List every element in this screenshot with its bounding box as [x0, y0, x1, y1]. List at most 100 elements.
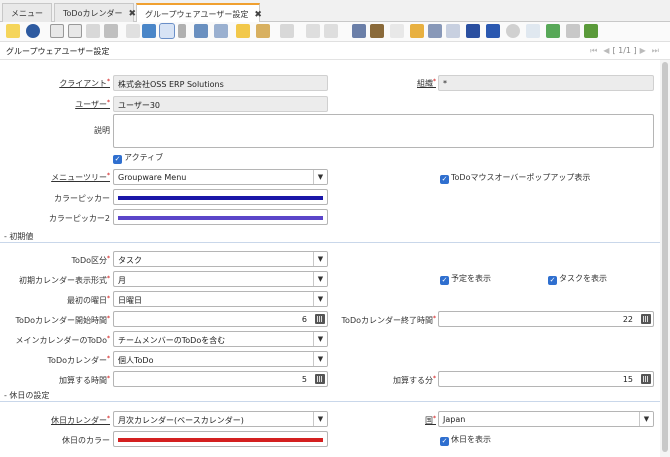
color-picker2-field[interactable] [113, 209, 328, 225]
tab-todo-calendar[interactable]: ToDoカレンダー ✖ [54, 3, 136, 22]
vertical-scrollbar[interactable] [660, 60, 670, 457]
next-record-icon[interactable] [324, 24, 338, 38]
org-label[interactable]: 組織* [380, 78, 436, 89]
color-picker-label: カラーピッカー [54, 194, 110, 203]
main-calendar-label: メインカレンダーのToDo* [15, 335, 110, 345]
last-record-icon[interactable]: ⏭ [652, 46, 659, 55]
history-icon[interactable] [214, 24, 228, 38]
client-field: 株式会社OSS ERP Solutions [113, 75, 328, 91]
workflow-icon[interactable] [506, 24, 520, 38]
chevron-down-icon[interactable]: ▼ [313, 272, 327, 286]
end-time-field[interactable]: 22 [438, 311, 654, 327]
color-picker-field[interactable] [113, 189, 328, 205]
print-icon[interactable] [390, 24, 404, 38]
record-indicator: [ 1/1 ] [612, 46, 637, 55]
todo-type-select[interactable]: タスク ▼ [113, 251, 328, 267]
archive-icon[interactable] [236, 24, 250, 38]
holiday-color-field[interactable] [113, 431, 328, 447]
scrollbar-thumb[interactable] [662, 62, 668, 452]
calculator-icon[interactable] [641, 314, 651, 324]
new-record-icon[interactable] [50, 24, 64, 38]
request-icon[interactable] [446, 24, 460, 38]
calendar-view-select[interactable]: 月 ▼ [113, 271, 328, 287]
todo-popup-checkbox[interactable]: ✓ ToDoマウスオーバーポップアップ表示 [440, 172, 590, 184]
add-hours-field[interactable]: 5 [113, 371, 328, 387]
chevron-down-icon[interactable]: ▼ [313, 252, 327, 266]
show-holiday-checkbox[interactable]: ✓ 休日を表示 [440, 434, 491, 446]
menu-tree-select[interactable]: Groupware Menu ▼ [113, 169, 328, 185]
holiday-calendar-label[interactable]: 休日カレンダー* [0, 415, 110, 426]
color-swatch [118, 438, 323, 442]
lock-icon[interactable] [410, 24, 424, 38]
add-minutes-label: 加算する分* [393, 375, 436, 385]
description-textarea[interactable] [113, 114, 654, 148]
calendar-view-label: 初期カレンダー表示形式* [19, 275, 110, 285]
tab-label: グループウェアユーザー設定 [145, 10, 249, 19]
zoom-across-icon[interactable] [428, 24, 442, 38]
todo-calendar-select[interactable]: 個人ToDo ▼ [113, 351, 328, 367]
holiday-color-label: 休日のカラー [62, 436, 110, 445]
export-icon[interactable] [526, 24, 540, 38]
refresh-icon[interactable] [142, 24, 156, 38]
delete-icon[interactable] [86, 24, 100, 38]
todo-type-label: ToDo区分* [71, 255, 110, 265]
settings-icon[interactable] [566, 24, 580, 38]
first-day-select[interactable]: 日曜日 ▼ [113, 291, 328, 307]
section-holiday-settings[interactable]: - 休日の設定 [0, 390, 660, 402]
country-label[interactable]: 国* [380, 415, 436, 426]
end-window-icon[interactable] [584, 24, 598, 38]
save-icon[interactable] [104, 24, 118, 38]
chevron-down-icon[interactable]: ▼ [313, 412, 327, 426]
checkbox-checked-icon: ✓ [440, 175, 449, 184]
chevron-down-icon[interactable]: ▼ [313, 332, 327, 346]
report-icon[interactable] [256, 24, 270, 38]
record-navigator: ⏮ ◀[ 1/1 ] ▶ ⏭ [587, 46, 662, 56]
tab-label: メニュー [11, 9, 43, 18]
detail-icon[interactable] [352, 24, 366, 38]
copy-record-icon[interactable] [68, 24, 82, 38]
calculator-icon[interactable] [315, 374, 325, 384]
show-task-checkbox[interactable]: ✓ タスクを表示 [548, 273, 607, 285]
chevron-down-icon[interactable]: ▼ [313, 292, 327, 306]
show-schedule-checkbox[interactable]: ✓ 予定を表示 [440, 273, 491, 285]
active-workflows-icon[interactable] [486, 24, 500, 38]
chevron-down-icon[interactable]: ▼ [313, 352, 327, 366]
calculator-icon[interactable] [315, 314, 325, 324]
calculator-icon[interactable] [641, 374, 651, 384]
main-calendar-select[interactable]: チームメンバーのToDoを含む ▼ [113, 331, 328, 347]
close-icon[interactable]: ✖ [128, 9, 136, 19]
first-record-icon[interactable]: ⏮ [590, 46, 597, 55]
customize-icon[interactable] [546, 24, 560, 38]
attachment-icon[interactable] [178, 24, 186, 38]
find-icon[interactable] [159, 23, 175, 39]
active-checkbox[interactable]: ✓ アクティブ [113, 152, 163, 164]
add-minutes-field[interactable]: 15 [438, 371, 654, 387]
archived-documents-icon[interactable] [370, 24, 384, 38]
checkbox-checked-icon: ✓ [113, 155, 122, 164]
chat-icon[interactable] [194, 24, 208, 38]
end-time-label: ToDoカレンダー終了時間* [341, 315, 436, 325]
help-icon[interactable] [26, 24, 40, 38]
client-label[interactable]: クライアント* [0, 78, 110, 89]
color-swatch [118, 196, 323, 200]
next-record-icon[interactable]: ▶ [640, 46, 646, 55]
previous-record-icon[interactable] [306, 24, 320, 38]
holiday-calendar-select[interactable]: 月次カレンダー(ベースカレンダー) ▼ [113, 411, 328, 427]
undo-icon[interactable] [6, 24, 20, 38]
user-label[interactable]: ユーザー* [0, 99, 110, 110]
start-time-field[interactable]: 6 [113, 311, 328, 327]
first-day-label: 最初の曜日* [67, 295, 110, 305]
chevron-down-icon[interactable]: ▼ [639, 412, 653, 426]
previous-record-icon[interactable]: ◀ [603, 46, 609, 55]
tab-menu[interactable]: メニュー [2, 3, 52, 22]
section-initial-values[interactable]: - 初期値 [0, 231, 660, 243]
grid-toggle-icon[interactable] [126, 24, 140, 38]
chevron-down-icon[interactable]: ▼ [313, 170, 327, 184]
menu-tree-label[interactable]: メニューツリー* [0, 172, 110, 183]
close-icon[interactable]: ✖ [254, 10, 262, 20]
tab-groupware-user-settings[interactable]: グループウェアユーザー設定 ✖ [136, 3, 262, 23]
parent-icon[interactable] [280, 24, 294, 38]
country-select[interactable]: Japan ▼ [438, 411, 654, 427]
product-info-icon[interactable] [466, 24, 480, 38]
todo-calendar-label: ToDoカレンダー* [47, 355, 110, 365]
